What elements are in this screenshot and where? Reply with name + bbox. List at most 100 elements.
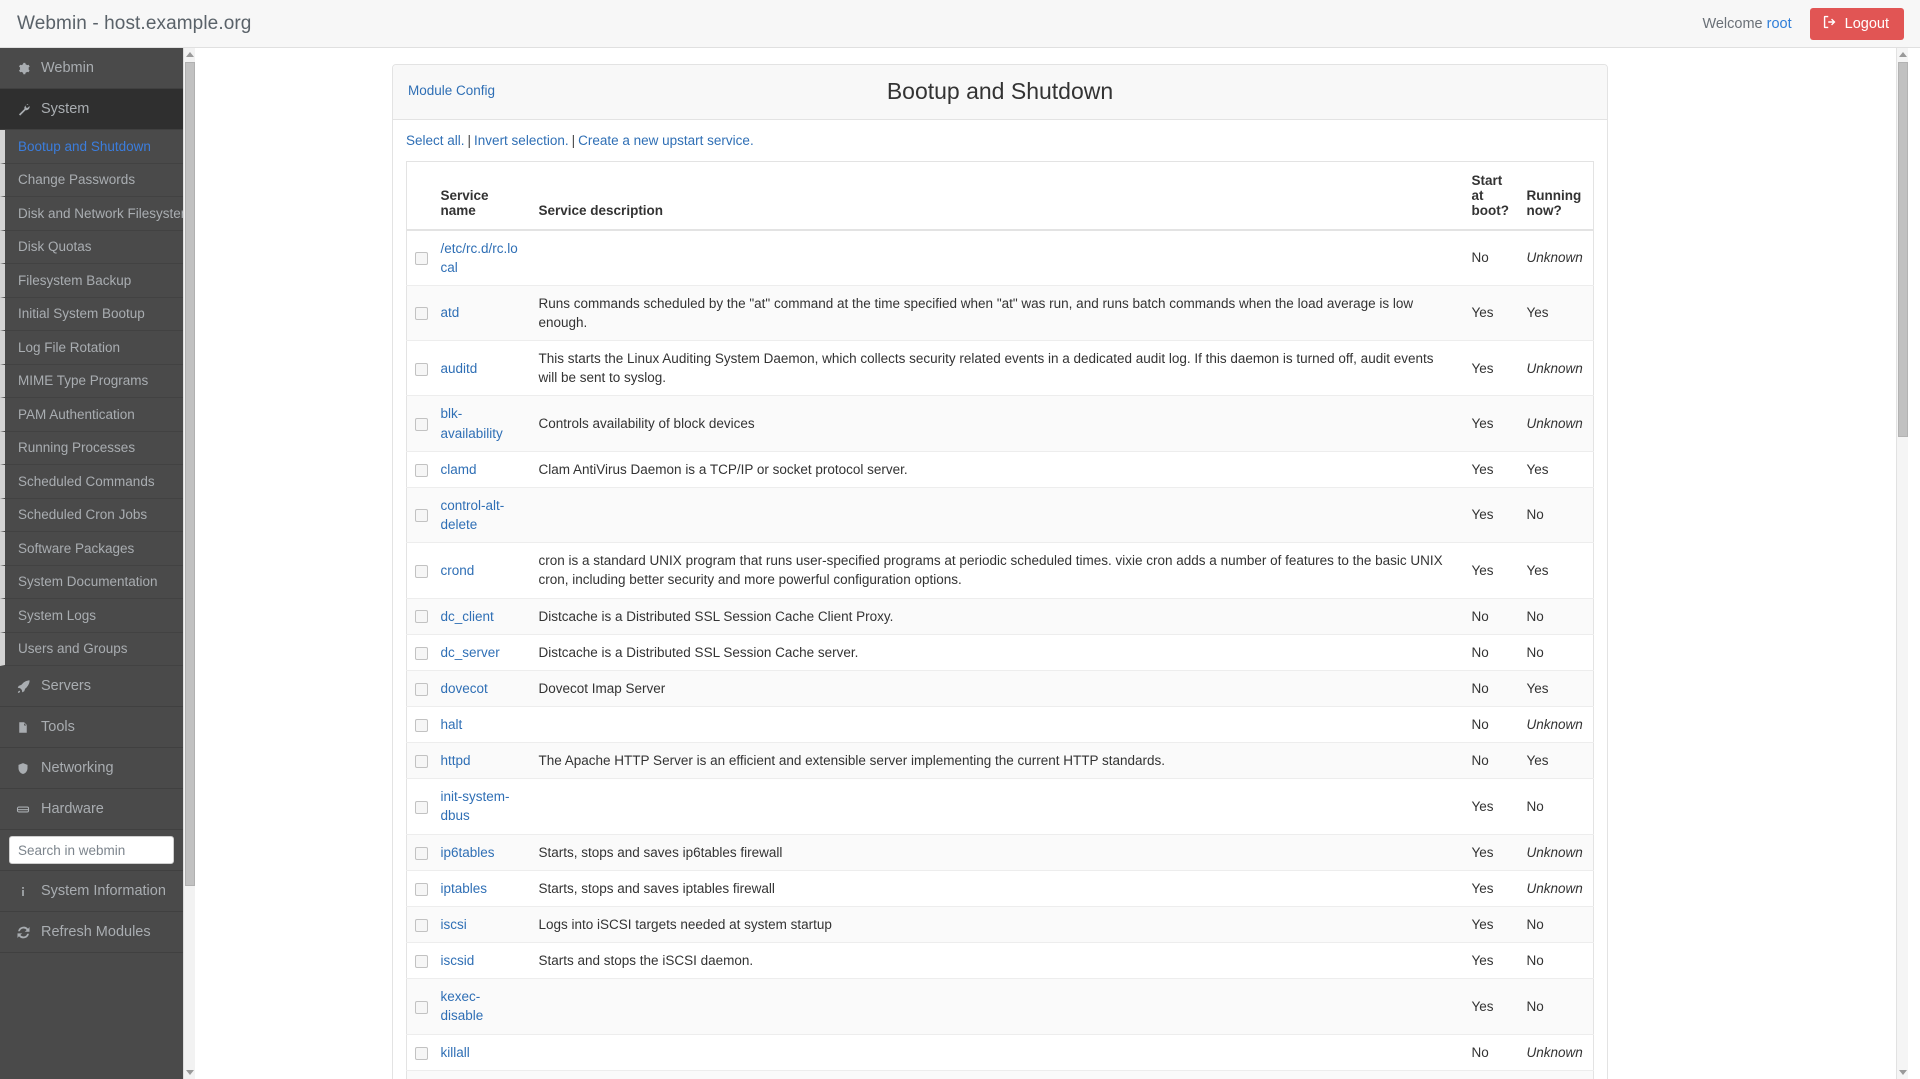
welcome-text: Welcome root xyxy=(1702,16,1791,32)
service-link[interactable]: httpd xyxy=(441,753,471,768)
invert-selection-link[interactable]: Invert selection. xyxy=(474,133,569,148)
sidebar-group-webmin[interactable]: Webmin xyxy=(0,48,183,89)
row-start-at-boot: No xyxy=(1464,230,1519,286)
row-checkbox[interactable] xyxy=(415,919,428,932)
row-checkbox[interactable] xyxy=(415,307,428,320)
sidebar-item-pam-authentication[interactable]: PAM Authentication xyxy=(0,398,183,432)
service-link[interactable]: control-alt-delete xyxy=(441,498,505,532)
row-running-now: No xyxy=(1519,487,1594,542)
row-checkbox-cell xyxy=(407,743,433,779)
action-separator: | xyxy=(572,133,576,148)
row-checkbox[interactable] xyxy=(415,847,428,860)
row-checkbox[interactable] xyxy=(415,418,428,431)
rocket-icon xyxy=(14,680,32,693)
service-link[interactable]: blk-availability xyxy=(441,406,503,440)
row-service-name: dc_client xyxy=(433,598,531,634)
row-checkbox[interactable] xyxy=(415,363,428,376)
row-checkbox-cell xyxy=(407,1034,433,1070)
row-checkbox[interactable] xyxy=(415,755,428,768)
row-checkbox[interactable] xyxy=(415,610,428,623)
row-checkbox[interactable] xyxy=(415,464,428,477)
sidebar-item-initial-system-bootup[interactable]: Initial System Bootup xyxy=(0,298,183,332)
service-link[interactable]: /etc/rc.d/rc.local xyxy=(441,241,518,275)
sidebar-item-scheduled-commands[interactable]: Scheduled Commands xyxy=(0,465,183,499)
sidebar-scrollbar-thumb[interactable] xyxy=(185,62,195,886)
service-link[interactable]: halt xyxy=(441,717,463,732)
main-scrollbar-thumb[interactable] xyxy=(1898,62,1908,437)
logout-button[interactable]: Logout xyxy=(1810,8,1904,40)
sidebar-group-tools[interactable]: Tools xyxy=(0,707,183,748)
service-link[interactable]: ip6tables xyxy=(441,845,495,860)
row-checkbox[interactable] xyxy=(415,1047,428,1060)
sidebar-item-system-documentation[interactable]: System Documentation xyxy=(0,566,183,600)
row-checkbox[interactable] xyxy=(415,1001,428,1014)
sidebar-group-servers[interactable]: Servers xyxy=(0,666,183,707)
row-running-now: No xyxy=(1519,634,1594,670)
sidebar-group-label: System xyxy=(41,101,89,117)
sidebar-group-system[interactable]: System xyxy=(0,89,183,130)
sidebar: Webmin System Bootup and Shutdown Change… xyxy=(0,48,195,1079)
service-link[interactable]: kexec-disable xyxy=(441,989,484,1023)
sidebar-item-log-file-rotation[interactable]: Log File Rotation xyxy=(0,331,183,365)
row-checkbox[interactable] xyxy=(415,565,428,578)
sidebar-item-software-packages[interactable]: Software Packages xyxy=(0,532,183,566)
sidebar-item-system-logs[interactable]: System Logs xyxy=(0,599,183,633)
sidebar-scrollbar[interactable] xyxy=(183,48,195,1079)
sidebar-item-users-and-groups[interactable]: Users and Groups xyxy=(0,633,183,667)
row-service-description: Controls availability of block devices xyxy=(531,396,1464,451)
row-checkbox[interactable] xyxy=(415,252,428,265)
service-link[interactable]: init-system-dbus xyxy=(441,789,510,823)
sidebar-item-filesystem-backup[interactable]: Filesystem Backup xyxy=(0,264,183,298)
sidebar-item-mime-type-programs[interactable]: MIME Type Programs xyxy=(0,365,183,399)
service-link[interactable]: crond xyxy=(441,563,475,578)
service-link[interactable]: dc_client xyxy=(441,609,494,624)
row-checkbox[interactable] xyxy=(415,683,428,696)
row-checkbox[interactable] xyxy=(415,801,428,814)
service-link[interactable]: auditd xyxy=(441,361,478,376)
row-service-name: crond xyxy=(433,543,531,598)
row-checkbox[interactable] xyxy=(415,719,428,732)
welcome-prefix: Welcome xyxy=(1702,16,1766,32)
sidebar-item-scheduled-cron-jobs[interactable]: Scheduled Cron Jobs xyxy=(0,499,183,533)
main-scroll-up-icon[interactable] xyxy=(1897,48,1908,61)
service-link[interactable]: clamd xyxy=(441,462,477,477)
service-link[interactable]: dc_server xyxy=(441,645,500,660)
sidebar-item-disk-and-network-filesystems[interactable]: Disk and Network Filesystems xyxy=(0,197,183,231)
row-checkbox[interactable] xyxy=(415,955,428,968)
select-all-link[interactable]: Select all. xyxy=(406,133,465,148)
row-start-at-boot: No xyxy=(1464,1034,1519,1070)
sidebar-item-running-processes[interactable]: Running Processes xyxy=(0,432,183,466)
main-scrollbar[interactable] xyxy=(1896,48,1908,1079)
sidebar-item-disk-quotas[interactable]: Disk Quotas xyxy=(0,231,183,265)
create-upstart-service-link[interactable]: Create a new upstart service. xyxy=(578,133,754,148)
sidebar-item-bootup-and-shutdown[interactable]: Bootup and Shutdown xyxy=(0,130,183,164)
search-input[interactable] xyxy=(9,836,174,864)
sidebar-group-networking[interactable]: Networking xyxy=(0,748,183,789)
row-checkbox[interactable] xyxy=(415,883,428,896)
logout-label: Logout xyxy=(1845,16,1889,32)
row-checkbox-cell xyxy=(407,779,433,834)
row-checkbox-cell xyxy=(407,451,433,487)
service-link[interactable]: iscsid xyxy=(441,953,475,968)
service-link[interactable]: iscsi xyxy=(441,917,467,932)
service-link[interactable]: atd xyxy=(441,305,460,320)
sidebar-scroll-down-icon[interactable] xyxy=(184,1066,195,1079)
top-bar-right: Welcome root Logout xyxy=(1702,8,1904,40)
sidebar-scroll-up-icon[interactable] xyxy=(184,48,195,61)
row-service-description xyxy=(531,1034,1464,1070)
sidebar-item-change-passwords[interactable]: Change Passwords xyxy=(0,164,183,198)
sidebar-item-label: Disk and Network Filesystems xyxy=(18,206,183,221)
sidebar-group-system-information[interactable]: System Information xyxy=(0,871,183,912)
sidebar-group-refresh-modules[interactable]: Refresh Modules xyxy=(0,912,183,953)
main-scroll-down-icon[interactable] xyxy=(1897,1066,1908,1079)
row-service-name: auditd xyxy=(433,341,531,396)
service-link[interactable]: iptables xyxy=(441,881,488,896)
row-checkbox[interactable] xyxy=(415,509,428,522)
row-checkbox[interactable] xyxy=(415,647,428,660)
service-link[interactable]: dovecot xyxy=(441,681,488,696)
services-table: Service name Service description Start a… xyxy=(406,161,1594,1079)
service-link[interactable]: killall xyxy=(441,1045,470,1060)
row-service-name: iscsi xyxy=(433,906,531,942)
sidebar-group-hardware[interactable]: Hardware xyxy=(0,789,183,830)
sidebar-item-label: Change Passwords xyxy=(18,172,135,187)
